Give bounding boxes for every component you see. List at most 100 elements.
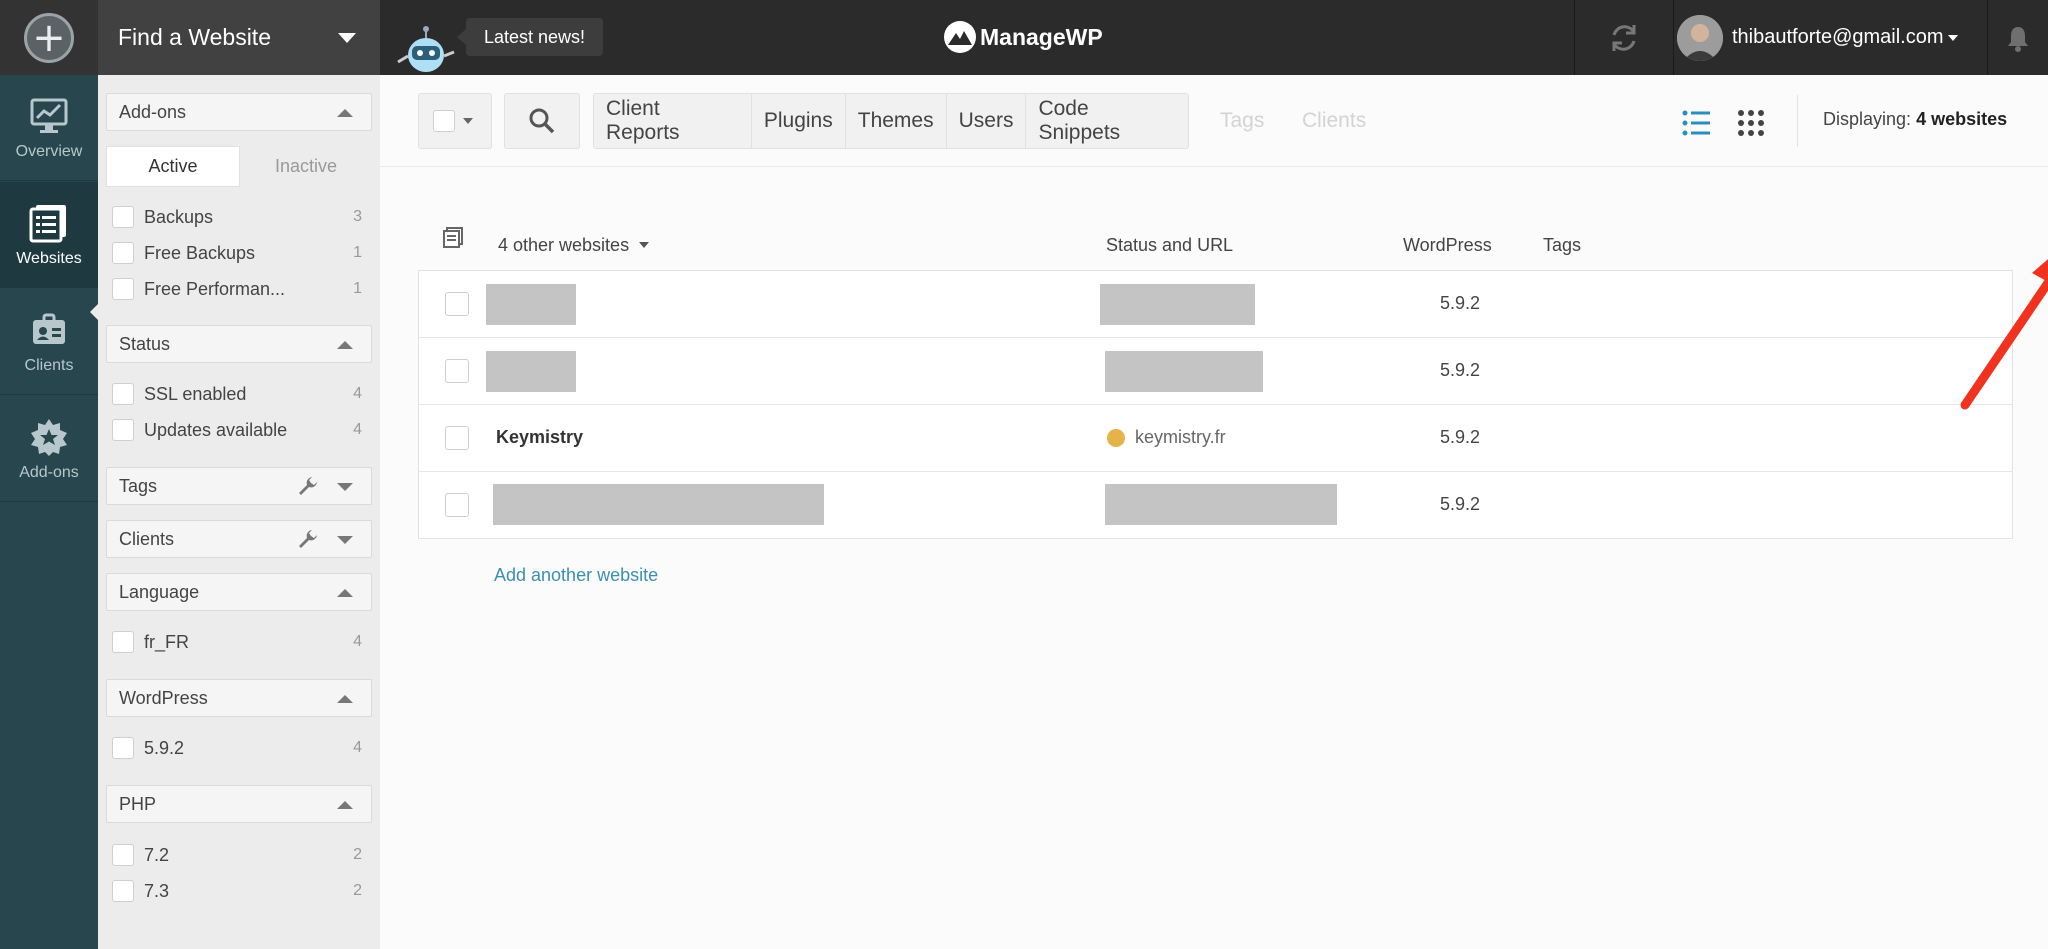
filter-option-fr-fr[interactable]: fr_FR 4 — [112, 629, 362, 655]
tab-code-snippets[interactable]: Code Snippets — [1026, 94, 1188, 148]
managewp-logo[interactable]: ManageWP — [944, 17, 1103, 57]
grid-view-icon — [1738, 110, 1764, 136]
nav-addons[interactable]: Add-ons — [0, 396, 98, 502]
tab-active[interactable]: Active — [106, 146, 240, 187]
site-name[interactable]: Keymistry — [496, 427, 583, 448]
collapse-icon — [337, 109, 353, 117]
column-header-status[interactable]: Status and URL — [1106, 230, 1233, 260]
websites-table: 5.9.2 5.9.2 Keymistry keymistry.fr 5.9.2… — [418, 270, 2013, 539]
add-another-website-link[interactable]: Add another website — [494, 565, 658, 586]
refresh-icon — [1612, 24, 1636, 51]
filter-header-php[interactable]: PHP — [106, 785, 372, 823]
column-header-tags[interactable]: Tags — [1543, 230, 1581, 260]
nav-label: Clients — [24, 356, 74, 374]
managewp-mountain-icon — [944, 21, 976, 53]
checkbox[interactable] — [112, 206, 134, 228]
wrench-icon[interactable] — [297, 528, 319, 550]
chevron-down-icon — [1947, 34, 1958, 41]
checkbox[interactable] — [112, 419, 134, 441]
filter-title: Clients — [119, 528, 175, 549]
checkbox[interactable] — [112, 880, 134, 902]
grid-view-button[interactable] — [1731, 103, 1771, 143]
wp-version: 5.9.2 — [1440, 360, 1481, 380]
row-checkbox[interactable] — [445, 359, 469, 383]
globe-icon — [1107, 428, 1125, 447]
notifications-button[interactable] — [1988, 0, 2048, 75]
row-checkbox[interactable] — [445, 493, 469, 517]
checkbox[interactable] — [112, 242, 134, 264]
filter-option-label: 7.3 — [144, 880, 170, 901]
search-button[interactable] — [504, 93, 580, 149]
refresh-button[interactable] — [1575, 0, 1673, 75]
filter-option-label: Free Performan... — [144, 278, 286, 299]
tab-plugins[interactable]: Plugins — [752, 94, 846, 148]
user-menu[interactable]: thibautforte@gmail.com — [1674, 0, 1974, 75]
filter-option-label: Backups — [144, 206, 214, 227]
divider — [1797, 95, 1798, 147]
list-view-button[interactable] — [1677, 103, 1717, 143]
tab-themes[interactable]: Themes — [846, 94, 947, 148]
filter-header-language[interactable]: Language — [106, 573, 372, 611]
find-website-label: Find a Website — [118, 24, 271, 50]
tab-inactive[interactable]: Inactive — [240, 146, 372, 187]
checkbox[interactable] — [112, 844, 134, 866]
row-checkbox[interactable] — [445, 426, 469, 450]
logo-text: ManageWP — [980, 23, 1103, 50]
filter-header-status[interactable]: Status — [106, 325, 372, 363]
collapse-icon — [337, 341, 353, 349]
select-all-checkbox[interactable] — [433, 110, 455, 132]
add-website-button[interactable]: + — [24, 12, 74, 63]
filter-option-ssl-enabled[interactable]: SSL enabled 4 — [112, 381, 362, 407]
filter-option-free-backups[interactable]: Free Backups 1 — [112, 240, 362, 266]
filter-option-count: 2 — [353, 846, 362, 863]
checkbox[interactable] — [112, 278, 134, 300]
website-group-dropdown[interactable]: 4 other websites — [498, 230, 650, 260]
latest-news-bubble[interactable]: Latest news! — [456, 18, 604, 56]
group-collapse-icon[interactable] — [442, 226, 464, 248]
redacted-site-name — [493, 484, 824, 525]
filter-option-php-72[interactable]: 7.2 2 — [112, 842, 362, 868]
nav-overview[interactable]: Overview — [0, 75, 98, 181]
row-checkbox[interactable] — [445, 292, 469, 316]
filter-option-wp-592[interactable]: 5.9.2 4 — [112, 735, 362, 761]
filter-option-backups[interactable]: Backups 3 — [112, 204, 362, 230]
filter-header-clients[interactable]: Clients — [106, 520, 372, 558]
expand-icon — [337, 483, 353, 491]
redacted-site-url — [1100, 284, 1255, 325]
chevron-down-icon — [463, 118, 473, 124]
collapse-icon — [337, 589, 353, 597]
tab-client-reports[interactable]: Client Reports — [594, 94, 752, 148]
filter-option-free-performance[interactable]: Free Performan... 1 — [112, 276, 362, 302]
filter-header-tags[interactable]: Tags — [106, 467, 372, 505]
column-header-wordpress[interactable]: WordPress — [1403, 230, 1492, 260]
site-url[interactable]: keymistry.fr — [1107, 427, 1226, 448]
filter-header-addons[interactable]: Add-ons — [106, 93, 372, 131]
checkbox[interactable] — [112, 383, 134, 405]
checkbox[interactable] — [112, 737, 134, 759]
filter-sidebar: Add-ons Active Inactive Backups 3 Free B… — [98, 75, 380, 949]
filter-header-wordpress[interactable]: WordPress — [106, 679, 372, 717]
list-view-icon — [1682, 110, 1710, 136]
table-row[interactable]: 5.9.2 — [419, 338, 2012, 405]
nav-clients[interactable]: Clients — [0, 289, 98, 395]
redacted-site-url — [1105, 351, 1263, 392]
tab-users[interactable]: Users — [947, 94, 1027, 148]
checkbox[interactable] — [112, 631, 134, 653]
select-all-dropdown[interactable] — [418, 93, 492, 149]
displaying-value: 4 websites — [1916, 109, 2008, 129]
filter-option-label: Updates available — [144, 419, 288, 440]
latest-news-label: Latest news! — [484, 26, 586, 47]
displaying-label: Displaying: — [1823, 109, 1912, 129]
wrench-icon[interactable] — [297, 475, 319, 497]
user-email: thibautforte@gmail.com — [1732, 26, 1944, 48]
filter-option-php-73[interactable]: 7.3 2 — [112, 878, 362, 904]
tab-clients-disabled: Clients — [1302, 109, 1367, 132]
filter-option-count: 3 — [353, 208, 362, 225]
find-website-dropdown[interactable]: Find a Website — [98, 0, 380, 75]
table-row[interactable]: 5.9.2 — [419, 271, 2012, 338]
table-row[interactable]: Keymistry keymistry.fr 5.9.2 — [419, 405, 2012, 472]
filter-option-updates-available[interactable]: Updates available 4 — [112, 417, 362, 443]
toolbar: Client Reports Plugins Themes Users Code… — [380, 75, 2048, 167]
nav-websites[interactable]: Websites — [0, 182, 98, 288]
table-row[interactable]: 5.9.2 — [419, 472, 2012, 539]
